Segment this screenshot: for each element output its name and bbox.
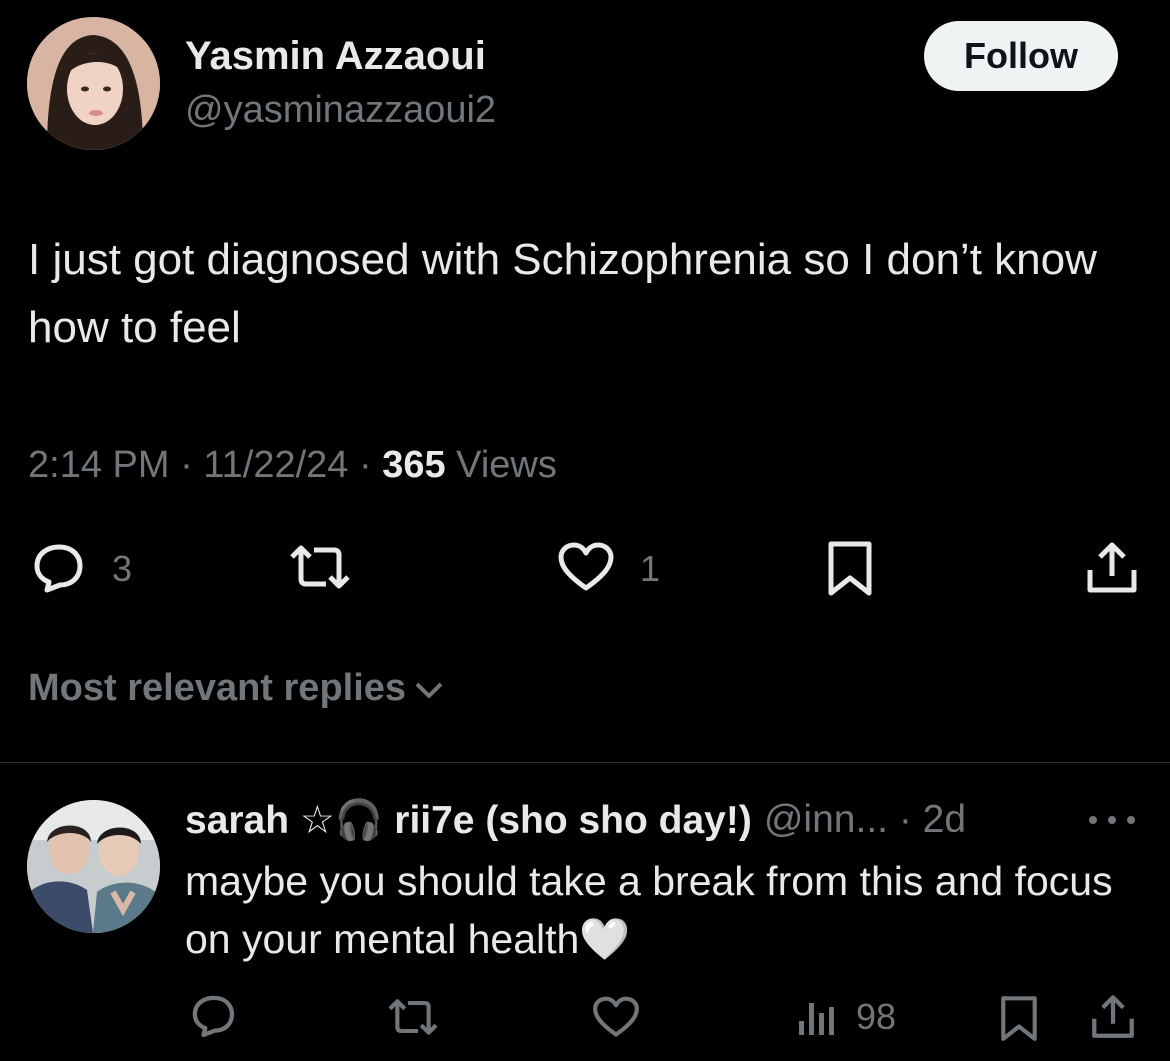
reply-text: maybe you should take a break from this … bbox=[185, 858, 1113, 962]
author-handle[interactable]: @yasminazzaoui2 bbox=[185, 89, 496, 132]
views-label: Views bbox=[456, 444, 557, 486]
reply-handle-time[interactable]: @inn... · 2d bbox=[764, 798, 966, 842]
views-icon[interactable] bbox=[797, 997, 837, 1037]
reply-icon[interactable] bbox=[188, 993, 238, 1039]
follow-button[interactable]: Follow bbox=[924, 21, 1118, 91]
meta-separator: · bbox=[358, 444, 372, 486]
reply-icon[interactable] bbox=[29, 542, 87, 594]
tweet-date[interactable]: 11/22/24 bbox=[203, 444, 348, 486]
reply-display-name[interactable]: sarah ☆🎧 rii7e (sho sho day!) bbox=[185, 797, 752, 843]
bookmark-icon[interactable] bbox=[999, 995, 1039, 1043]
meta-separator: · bbox=[180, 444, 193, 486]
like-icon[interactable] bbox=[591, 995, 641, 1039]
reply-header: sarah ☆🎧 rii7e (sho sho day!) @inn... · … bbox=[185, 797, 966, 843]
replies-sort-label: Most relevant replies bbox=[28, 667, 407, 709]
chevron-down-icon bbox=[414, 667, 444, 710]
author-name[interactable]: Yasmin Azzaoui bbox=[185, 34, 486, 79]
reply-avatar[interactable] bbox=[27, 800, 160, 933]
like-icon[interactable] bbox=[556, 541, 616, 593]
tweet-meta: 2:14 PM · 11/22/24 · 365 Views bbox=[28, 444, 557, 487]
divider bbox=[0, 762, 1170, 763]
tweet-text: I just got diagnosed with Schizophrenia … bbox=[28, 235, 1097, 352]
share-icon[interactable] bbox=[1085, 540, 1139, 596]
bookmark-icon[interactable] bbox=[826, 540, 874, 598]
share-icon[interactable] bbox=[1090, 993, 1136, 1041]
reply-views-count: 98 bbox=[856, 996, 897, 1037]
author-avatar[interactable] bbox=[27, 17, 160, 150]
retweet-icon[interactable] bbox=[385, 996, 441, 1038]
replies-sort-dropdown[interactable]: Most relevant replies bbox=[28, 667, 444, 710]
views-count: 365 bbox=[382, 444, 446, 486]
reply-count: 3 bbox=[112, 548, 133, 589]
more-options-icon[interactable] bbox=[1085, 808, 1139, 832]
tweet-time[interactable]: 2:14 PM bbox=[28, 444, 170, 486]
like-count: 1 bbox=[640, 548, 661, 589]
retweet-icon[interactable] bbox=[286, 542, 354, 592]
